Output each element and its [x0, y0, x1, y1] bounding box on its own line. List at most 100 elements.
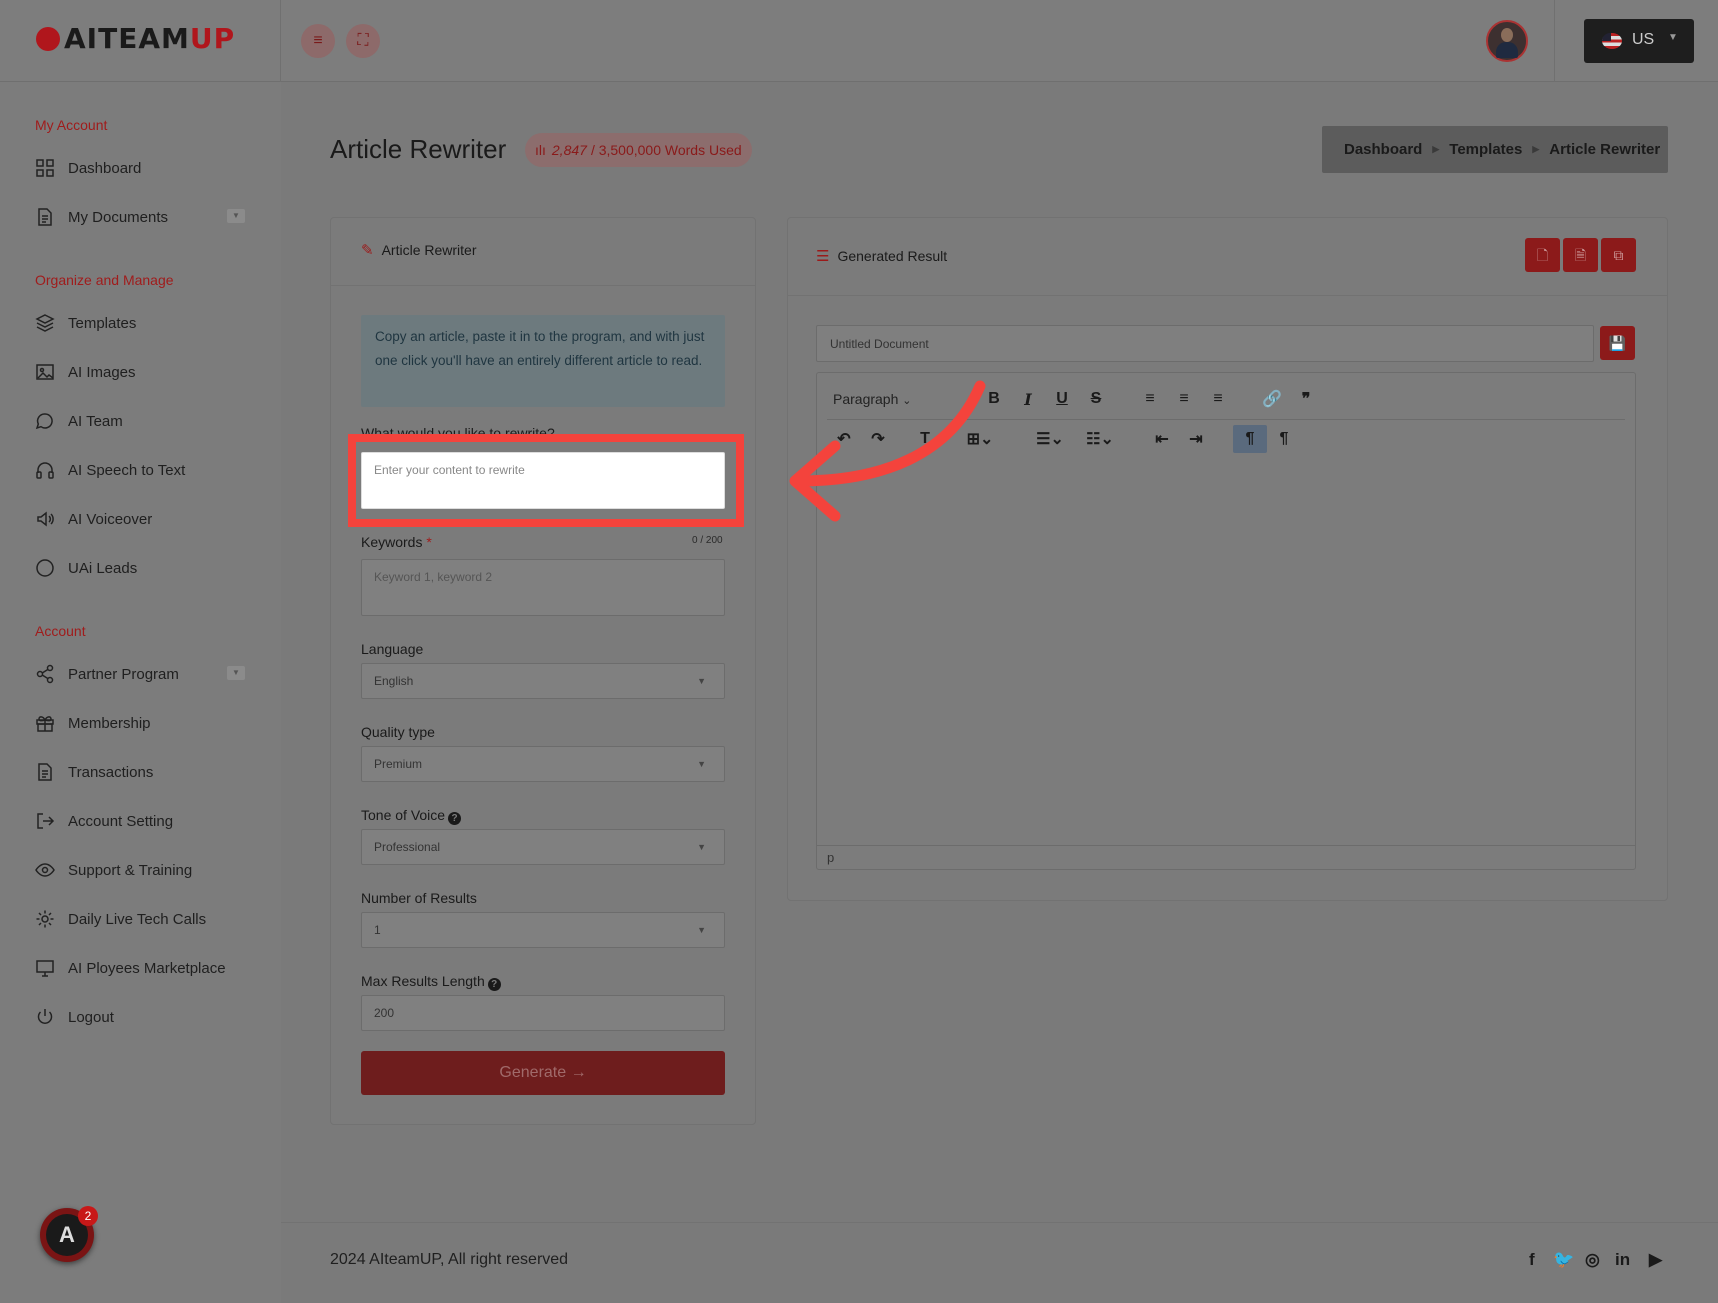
linkedin-icon[interactable]: in	[1615, 1250, 1630, 1270]
document-icon	[35, 207, 55, 227]
notification-badge: 2	[78, 1206, 98, 1226]
facebook-icon[interactable]: f	[1529, 1250, 1535, 1270]
monitor-icon	[35, 958, 55, 978]
instagram-icon[interactable]: ◎	[1585, 1250, 1600, 1270]
footer-copyright: 2024 AIteamUP, All right reserved	[330, 1251, 569, 1268]
sidebar-item-label: Daily Live Tech Calls	[68, 910, 207, 928]
power-icon	[35, 1007, 55, 1027]
outdent-icon[interactable]: ⇤	[1145, 429, 1179, 449]
twitter-icon[interactable]: 🐦	[1553, 1250, 1574, 1270]
grid-icon	[35, 158, 55, 178]
user-avatar[interactable]	[1486, 20, 1528, 62]
underline-icon[interactable]: U	[1045, 390, 1079, 408]
tone-value: Professional	[374, 840, 441, 854]
sidebar-item-daily-live-tech-calls[interactable]: Daily Live Tech Calls	[35, 907, 206, 931]
generate-button[interactable]: Generate →	[361, 1051, 725, 1095]
sidebar-item-membership[interactable]: Membership	[35, 711, 151, 735]
keywords-counter: 0 / 200	[692, 535, 723, 546]
fullscreen-button[interactable]: ⛶	[346, 24, 380, 58]
sidebar-item-uai-leads[interactable]: UAi Leads	[35, 556, 137, 580]
assistant-launcher-button[interactable]: A 2	[40, 1206, 98, 1262]
indent-icon[interactable]: ⇥	[1179, 429, 1213, 449]
headphones-icon	[35, 460, 55, 480]
italic-icon[interactable]: I	[1011, 390, 1045, 409]
sidebar-item-ai-ployees-marketplace[interactable]: AI Ployees Marketplace	[35, 956, 226, 980]
quality-select[interactable]: Premium ▼	[361, 746, 725, 782]
menu-toggle-button[interactable]: ≡	[301, 24, 335, 58]
document-title-input[interactable]: Untitled Document	[816, 325, 1594, 362]
sidebar-item-templates[interactable]: Templates	[35, 311, 136, 335]
align-center-icon[interactable]: ≡	[1167, 390, 1201, 408]
tone-label-text: Tone of Voice	[361, 807, 446, 823]
sidebar-item-label: Transactions	[68, 763, 154, 781]
chevron-down-icon[interactable]: ▼	[227, 209, 245, 223]
tone-label: Tone of Voice?	[361, 807, 462, 825]
tone-select[interactable]: Professional ▼	[361, 829, 725, 865]
copy-button[interactable]: ⧉	[1601, 238, 1636, 272]
maxlen-input[interactable]: 200	[361, 995, 725, 1031]
align-left-icon: ☰	[816, 248, 830, 265]
help-icon[interactable]: ?	[487, 978, 501, 991]
words-total: / 3,500,000 Words Used	[590, 142, 742, 158]
sidebar-section-title: My Account	[35, 117, 108, 133]
brand-mark-icon	[36, 27, 60, 51]
receipt-icon	[35, 762, 55, 782]
word-file-icon: 🗋	[1536, 247, 1549, 263]
breadcrumb-separator-icon: ▶	[1532, 144, 1540, 154]
export-word-button[interactable]: 🗋	[1525, 238, 1560, 272]
bullet-list-icon[interactable]: ☰⌄	[1025, 429, 1075, 449]
sidebar-item-label: AI Speech to Text	[68, 461, 186, 479]
caret-down-icon: ▼	[697, 842, 706, 852]
sidebar-item-label: AI Voiceover	[68, 510, 153, 528]
sidebar-item-account-setting[interactable]: Account Setting	[35, 809, 173, 833]
export-pdf-button[interactable]: 🗎	[1563, 238, 1598, 272]
sidebar-item-ai-images[interactable]: AI Images	[35, 360, 136, 384]
rtl-icon[interactable]: ¶	[1267, 430, 1301, 448]
logo-area: AITEAMUP	[0, 0, 281, 82]
youtube-icon[interactable]: ▶	[1649, 1250, 1662, 1270]
sidebar-item-ai-voiceover[interactable]: AI Voiceover	[35, 507, 152, 531]
sidebar-item-ai-speech-to-text[interactable]: AI Speech to Text	[35, 458, 185, 482]
sidebar-item-label: Templates	[68, 314, 137, 332]
results-value: 1	[374, 923, 381, 937]
align-left-icon[interactable]: ≡	[1133, 390, 1167, 408]
maxlen-label: Max Results Length?	[361, 973, 501, 991]
caret-down-icon: ▼	[697, 676, 706, 686]
save-icon: 💾	[1608, 335, 1627, 351]
share-icon	[35, 664, 55, 684]
sidebar-item-dashboard[interactable]: Dashboard	[35, 156, 141, 180]
language-select[interactable]: English ▼	[361, 663, 725, 699]
keywords-textarea[interactable]: Keyword 1, keyword 2	[361, 559, 725, 616]
sidebar-item-my-documents[interactable]: My Documents	[35, 205, 168, 229]
circle-icon	[35, 558, 55, 578]
breadcrumb-dashboard[interactable]: Dashboard	[1344, 141, 1422, 158]
results-select[interactable]: 1 ▼	[361, 912, 725, 948]
link-icon[interactable]: 🔗	[1255, 389, 1289, 409]
footer-divider	[281, 1222, 1718, 1223]
sidebar-item-partner-program[interactable]: Partner Program	[35, 662, 179, 686]
header-divider	[1554, 0, 1555, 82]
strikethrough-icon[interactable]: S	[1079, 390, 1113, 408]
maxlen-label-text: Max Results Length	[361, 973, 485, 989]
language-selector[interactable]: US ▼	[1584, 19, 1694, 63]
brand-logo[interactable]: AITEAMUP	[36, 22, 235, 55]
ltr-icon[interactable]: ¶	[1233, 425, 1267, 453]
numbered-list-icon[interactable]: ☷⌄	[1075, 429, 1125, 449]
info-box: Copy an article, paste it in to the prog…	[361, 315, 725, 407]
sidebar-item-label: Membership	[68, 714, 151, 732]
bar-chart-icon: ılı	[535, 142, 546, 158]
save-document-button[interactable]: 💾	[1600, 326, 1635, 360]
us-flag-icon	[1602, 33, 1622, 49]
breadcrumb-templates[interactable]: Templates	[1449, 141, 1522, 158]
form-card-title: ✎ Article Rewriter	[361, 241, 476, 259]
help-icon[interactable]: ?	[448, 812, 462, 825]
form-card-title-text: Article Rewriter	[381, 242, 477, 258]
blockquote-icon[interactable]: ❞	[1289, 389, 1323, 409]
sidebar-item-transactions[interactable]: Transactions	[35, 760, 153, 784]
sidebar-item-ai-team[interactable]: AI Team	[35, 409, 123, 433]
sidebar-item-logout[interactable]: Logout	[35, 1005, 114, 1029]
sidebar-item-support-training[interactable]: Support & Training	[35, 858, 192, 882]
align-right-icon[interactable]: ≡	[1201, 390, 1235, 408]
copy-icon: ⧉	[1613, 247, 1624, 263]
chevron-down-icon[interactable]: ▼	[227, 666, 245, 680]
